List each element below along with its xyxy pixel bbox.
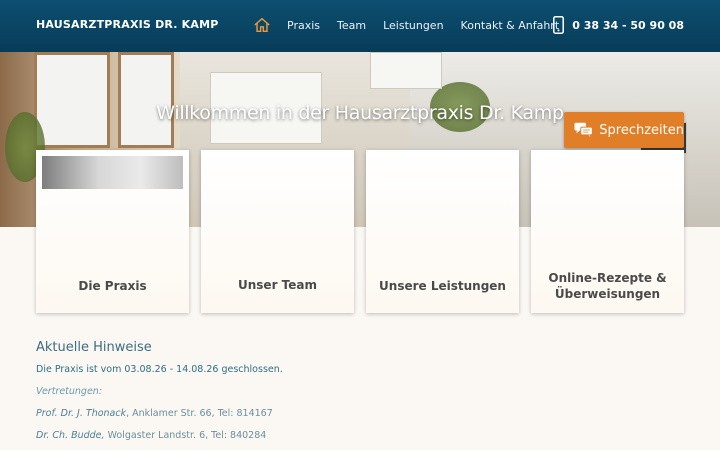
card-praxis-image xyxy=(42,156,183,189)
hero-shelf xyxy=(370,52,442,89)
card-leistungen[interactable]: Unsere Leistungen xyxy=(366,150,519,313)
card-praxis-label: Die Praxis xyxy=(78,279,147,293)
current-notices: Aktuelle Hinweise Die Praxis ist vom 03.… xyxy=(36,340,283,441)
phone-icon xyxy=(553,16,565,34)
card-online-rezepte[interactable]: Online-Rezepte & Überweisungen xyxy=(531,150,684,313)
notice-closed: Die Praxis ist vom 03.08.26 - 14.08.26 g… xyxy=(36,364,283,375)
phone-text: 0 38 34 - 50 90 08 xyxy=(572,18,684,32)
site-header: HAUSARZTPRAXIS DR. KAMP Praxis Team Leis… xyxy=(0,0,720,52)
nav-team[interactable]: Team xyxy=(337,19,366,32)
nav-leistungen[interactable]: Leistungen xyxy=(383,19,443,32)
notice-vertretungen: Vertretungen: xyxy=(36,386,103,397)
hero-window xyxy=(118,52,174,148)
nav-praxis[interactable]: Praxis xyxy=(287,19,320,32)
card-online-rezepte-line2: Überweisungen xyxy=(554,287,661,301)
hero-window xyxy=(34,52,110,148)
rep1-address: , Anklamer Str. 66, Tel: 814167 xyxy=(126,408,273,419)
chat-icon xyxy=(574,122,593,138)
phone-number[interactable]: 0 38 34 - 50 90 08 xyxy=(553,16,684,34)
notice-rep2: Dr. Ch. Budde, Wolgaster Landstr. 6, Tel… xyxy=(36,430,266,441)
site-brand[interactable]: HAUSARZTPRAXIS DR. KAMP xyxy=(36,18,219,31)
card-team[interactable]: Unser Team xyxy=(201,150,354,313)
rep2-address: Wolgaster Landstr. 6, Tel: 840284 xyxy=(104,430,267,441)
card-online-rezepte-line1: Online-Rezepte & xyxy=(548,271,667,285)
rep2-name: Dr. Ch. Budde, xyxy=(36,430,105,441)
sprechzeiten-button[interactable]: Sprechzeiten xyxy=(564,112,684,148)
card-online-rezepte-label: Online-Rezepte & Überweisungen xyxy=(531,270,684,302)
sprechzeiten-label: Sprechzeiten xyxy=(599,122,684,138)
notices-heading: Aktuelle Hinweise xyxy=(36,340,152,355)
main-nav: Praxis Team Leistungen Kontakt & Anfahrt xyxy=(253,16,576,34)
nav-kontakt[interactable]: Kontakt & Anfahrt xyxy=(461,19,560,32)
card-team-label: Unser Team xyxy=(238,278,317,292)
card-praxis[interactable]: Die Praxis xyxy=(36,150,189,313)
home-icon[interactable] xyxy=(253,16,271,34)
rep1-name: Prof. Dr. J. Thonack xyxy=(36,408,127,419)
card-leistungen-label: Unsere Leistungen xyxy=(379,279,506,293)
notice-rep1: Prof. Dr. J. Thonack, Anklamer Str. 66, … xyxy=(36,408,273,419)
